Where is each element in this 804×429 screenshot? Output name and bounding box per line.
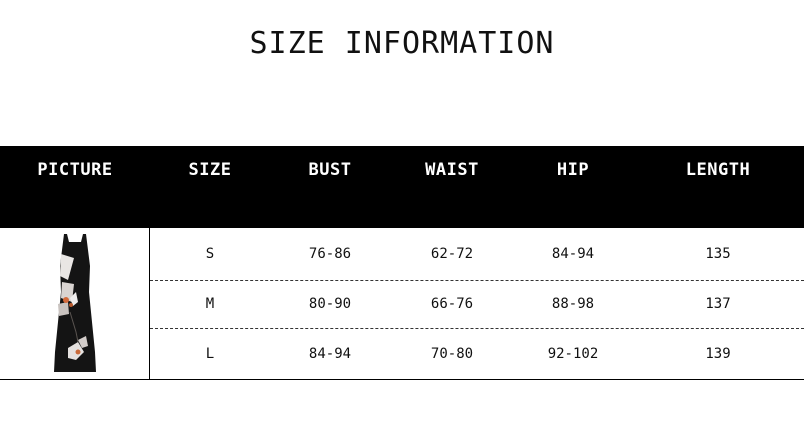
table-row-s-hip: 84-94 (551, 246, 595, 262)
table-row-m-hip: 88-98 (551, 296, 595, 312)
dress-product-photo (54, 234, 96, 372)
table-header-band (0, 146, 804, 228)
table-row-l-size: L (205, 346, 215, 362)
table-row-s-waist: 62-72 (430, 246, 474, 262)
table-row-l-bust: 84-94 (308, 346, 352, 362)
table-bottom-border (0, 379, 804, 380)
page-title: SIZE INFORMATION (249, 26, 555, 61)
header-size: SIZE (188, 160, 232, 180)
table-row-l-hip: 92-102 (547, 346, 599, 362)
header-waist: WAIST (425, 160, 479, 180)
table-row-l-length: 139 (705, 346, 731, 362)
table-row-s-length: 135 (705, 246, 731, 262)
header-hip: HIP (556, 160, 590, 180)
table-row-l-waist: 70-80 (430, 346, 474, 362)
table-row-m-length: 137 (705, 296, 731, 312)
table-row-m-waist: 66-76 (430, 296, 474, 312)
header-bust: BUST (308, 160, 352, 180)
row-divider-1 (150, 280, 804, 281)
row-divider-2 (150, 328, 804, 329)
table-row-m-bust: 80-90 (308, 296, 352, 312)
table-row-s-bust: 76-86 (308, 246, 352, 262)
header-picture: PICTURE (37, 160, 113, 180)
table-row-m-size: M (205, 296, 215, 312)
header-length: LENGTH (685, 160, 751, 180)
table-row-s-size: S (205, 246, 215, 262)
